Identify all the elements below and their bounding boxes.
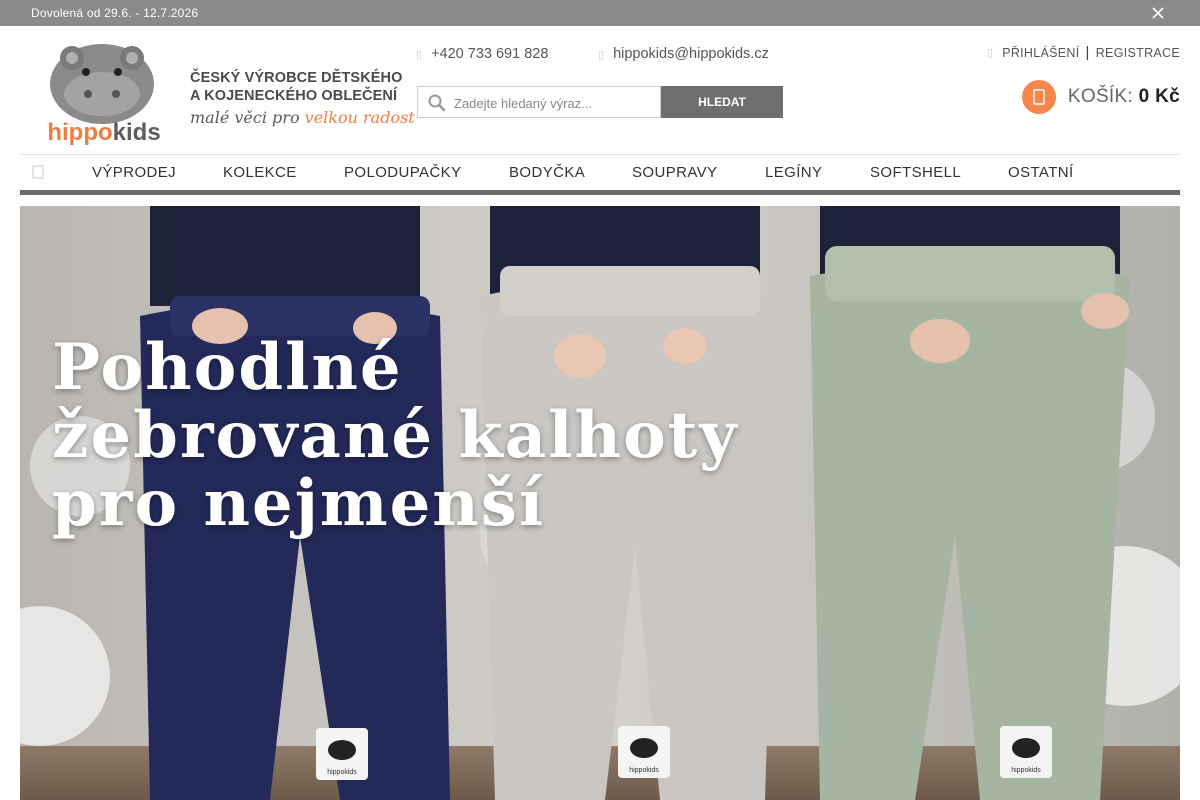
patch-label-3: hippokids: [1011, 767, 1041, 774]
notice-text: Dovolená od 29.6. - 12.7.2026: [31, 6, 199, 20]
notice-bar: Dovolená od 29.6. - 12.7.2026: [0, 0, 1200, 26]
patch-label-1: hippokids: [327, 769, 357, 776]
cart-total: 0 Kč: [1138, 86, 1180, 107]
nav-item-soupravy[interactable]: SOUPRAVY: [632, 164, 717, 181]
nav-item-softshell[interactable]: SOFTSHELL: [870, 164, 961, 181]
nav-item-leginy[interactable]: LEGÍNY: [765, 164, 822, 181]
patch-label-2: hippokids: [629, 767, 659, 774]
phone-icon: ▯: [416, 48, 423, 61]
home-icon[interactable]: [32, 165, 44, 179]
register-link[interactable]: REGISTRACE: [1096, 46, 1180, 60]
brand-tagline: ČESKÝ VÝROBCE DĚTSKÉHO A KOJENECKÉHO OBL…: [190, 70, 415, 136]
search-button[interactable]: HLEDAT: [661, 86, 783, 118]
tagline-line2: A KOJENECKÉHO OBLEČENÍ: [190, 88, 398, 104]
login-link[interactable]: PŘIHLÁŠENÍ: [1002, 46, 1079, 60]
hero-title: Pohodlné žebrované kalhoty pro nejmenší: [52, 334, 739, 538]
hero-title-line1: Pohodlné: [52, 330, 403, 405]
phone-number[interactable]: +420 733 691 828: [431, 46, 548, 62]
nav-item-ostatni[interactable]: OSTATNÍ: [1008, 164, 1074, 181]
nav-underline: [20, 190, 1180, 195]
nav-item-kolekce[interactable]: KOLEKCE: [223, 164, 297, 181]
contact-phone[interactable]: ▯ +420 733 691 828: [416, 46, 548, 62]
tagline-line1: ČESKÝ VÝROBCE DĚTSKÉHO: [190, 70, 403, 86]
email-address[interactable]: hippokids@hippokids.cz: [613, 46, 769, 62]
nav-item-vyprodej[interactable]: VÝPRODEJ: [92, 164, 176, 181]
svg-text:hippokids: hippokids: [47, 119, 160, 146]
hippokids-logo[interactable]: hippokids: [30, 36, 178, 146]
account-links: ▯ PŘIHLÁŠENÍ | REGISTRACE: [987, 44, 1180, 61]
search-box: [417, 86, 661, 118]
cart-icon[interactable]: [1021, 80, 1056, 114]
contact-email[interactable]: ▯ hippokids@hippokids.cz: [598, 46, 769, 62]
main-nav: VÝPRODEJ KOLEKCE POLODUPAČKY BODYČKA SOU…: [20, 156, 1180, 190]
hero-title-line3: pro nejmenší: [52, 466, 546, 541]
nav-item-polodupacky[interactable]: POLODUPAČKY: [344, 164, 462, 181]
cart-summary[interactable]: KOŠÍK: 0 Kč: [1068, 86, 1180, 108]
account-separator: |: [1085, 44, 1090, 61]
close-icon[interactable]: [1150, 5, 1166, 21]
nav-item-bodycka[interactable]: BODYČKA: [509, 164, 585, 181]
cart-label: KOŠÍK:: [1067, 86, 1134, 107]
search-input[interactable]: [454, 94, 654, 112]
tagline-slogan: malé věci pro velkou radost: [190, 108, 415, 127]
user-icon: ▯: [986, 47, 994, 59]
cart[interactable]: KOŠÍK: 0 Kč: [1021, 80, 1180, 114]
hero-banner[interactable]: hippokids hippokids hippokids Pohodlné ž…: [20, 206, 1180, 800]
hero-title-line2: žebrované kalhoty: [52, 398, 739, 473]
nav-divider: [20, 154, 1180, 155]
mail-icon: ▯: [598, 48, 605, 61]
search-icon: [428, 94, 446, 112]
